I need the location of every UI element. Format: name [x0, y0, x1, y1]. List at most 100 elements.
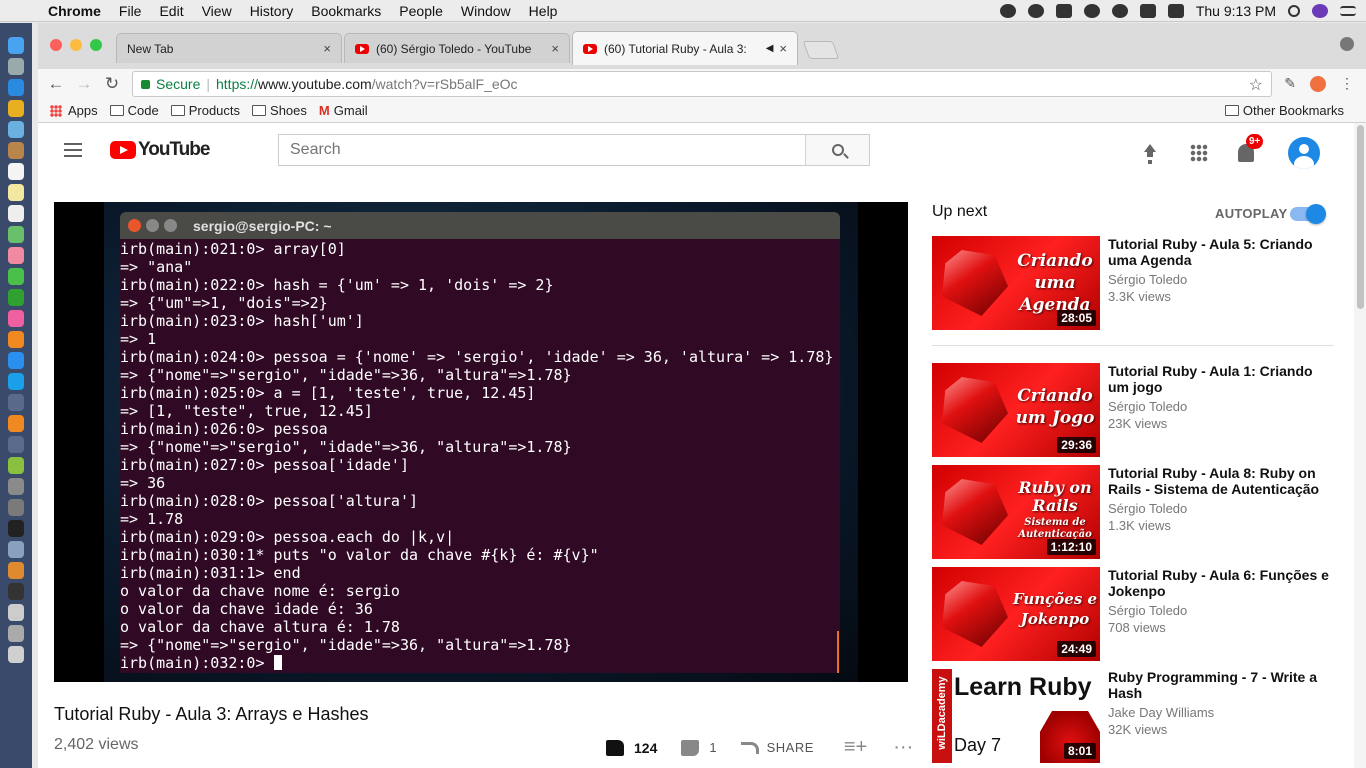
recommendation-channel[interactable]: Sérgio Toledo [1108, 603, 1334, 618]
video-player[interactable]: sergio@sergio-PC: ~ irb(main):021:0> arr… [54, 202, 908, 682]
terminal-icon[interactable] [8, 520, 24, 537]
reminders-icon[interactable] [8, 205, 24, 222]
recommendation-item[interactable]: Funções e Jokenpo 24:49 Tutorial Ruby - … [932, 567, 1342, 661]
calendar-icon[interactable] [8, 163, 24, 180]
maximize-window-button[interactable] [90, 39, 102, 51]
preview-icon[interactable] [8, 541, 24, 558]
recommendation-title[interactable]: Tutorial Ruby - Aula 1: Criando um jogo [1108, 363, 1334, 395]
siri-icon[interactable] [1312, 4, 1328, 18]
sublime-icon-2[interactable] [8, 562, 24, 579]
close-tab-icon[interactable]: × [779, 41, 787, 56]
keyboard-icon[interactable] [8, 583, 24, 600]
hamburger-menu-icon[interactable] [64, 143, 82, 161]
minimize-window-button[interactable] [70, 39, 82, 51]
dropbox-icon[interactable] [1027, 4, 1044, 18]
recommendation-channel[interactable]: Sérgio Toledo [1108, 501, 1334, 516]
notifications-bell-icon[interactable]: 9+ [1238, 134, 1264, 162]
youtube-logo[interactable]: YouTube [110, 139, 210, 161]
like-icon[interactable] [606, 739, 624, 756]
recommendation-channel[interactable]: Sérgio Toledo [1108, 272, 1334, 287]
android-icon[interactable] [8, 457, 24, 474]
recommendation-item[interactable]: Criando uma Agenda 28:05 Tutorial Ruby -… [932, 236, 1342, 330]
close-tab-icon[interactable]: × [551, 41, 559, 56]
recommendation-channel[interactable]: Sérgio Toledo [1108, 399, 1334, 414]
account-avatar[interactable] [1288, 137, 1320, 169]
menu-history[interactable]: History [242, 3, 304, 19]
video-thumbnail[interactable]: Criando uma Agenda 28:05 [932, 236, 1100, 330]
sublime-icon[interactable] [8, 415, 24, 432]
notebook-icon[interactable] [8, 142, 24, 159]
speaker-icon[interactable]: ◀ [766, 43, 774, 54]
menu-window[interactable]: Window [453, 3, 521, 19]
other-bookmarks[interactable]: Other Bookmarks [1224, 103, 1344, 118]
recommendation-title[interactable]: Tutorial Ruby - Aula 8: Ruby on Rails - … [1108, 465, 1334, 497]
system-prefs-icon[interactable] [8, 499, 24, 516]
video-thumbnail[interactable]: Ruby on Rails Sistema de Autenticação 1:… [932, 465, 1100, 559]
spotlight-icon[interactable] [1288, 5, 1300, 17]
page-scrollbar[interactable] [1354, 123, 1366, 768]
eyedropper-icon[interactable]: ✎ [1284, 75, 1296, 92]
search-button[interactable] [805, 135, 869, 165]
menu-app-name[interactable]: Chrome [40, 3, 111, 19]
menu-bookmarks[interactable]: Bookmarks [303, 3, 391, 19]
tab-sergio-toledo[interactable]: (60) Sérgio Toledo - YouTube × [344, 33, 570, 63]
add-to-playlist-icon[interactable]: ≡+ [844, 736, 867, 759]
safari-icon[interactable] [8, 79, 24, 96]
ibooks-icon[interactable] [8, 331, 24, 348]
upload-icon[interactable] [1142, 144, 1158, 162]
recommendation-title[interactable]: Tutorial Ruby - Aula 6: Funções e Jokenp… [1108, 567, 1334, 599]
printer-icon[interactable] [8, 604, 24, 621]
chrome-menu-icon[interactable]: ⋮ [1340, 75, 1354, 92]
menu-help[interactable]: Help [521, 3, 568, 19]
profile-icon[interactable] [1340, 37, 1354, 51]
messages-icon[interactable] [8, 268, 24, 285]
bookmark-star-icon[interactable]: ☆ [1249, 75, 1263, 95]
recommendation-title[interactable]: Tutorial Ruby - Aula 5: Criando uma Agen… [1108, 236, 1334, 268]
reload-icon[interactable]: ↻ [98, 74, 126, 94]
more-actions-icon[interactable]: ··· [893, 736, 913, 759]
extension-icon[interactable] [1310, 75, 1326, 92]
bookmark-apps[interactable]: Apps [50, 103, 98, 118]
notification-center-icon[interactable] [1340, 6, 1356, 16]
youtube-apps-icon[interactable] [1190, 144, 1208, 162]
trash-icon[interactable] [8, 646, 24, 663]
creative-cloud-icon[interactable] [999, 4, 1016, 18]
bookmark-products[interactable]: Products [170, 103, 240, 118]
tab-new-tab[interactable]: New Tab × [116, 33, 342, 63]
tab-tutorial-ruby[interactable]: (60) Tutorial Ruby - Aula 3: ◀ × [572, 31, 798, 65]
chrome-icon[interactable] [8, 100, 24, 117]
photos-app-icon[interactable] [8, 247, 24, 264]
menu-view[interactable]: View [194, 3, 242, 19]
settings-icon[interactable] [8, 478, 24, 495]
close-tab-icon[interactable]: × [323, 41, 331, 56]
video-thumbnail[interactable]: Funções e Jokenpo 24:49 [932, 567, 1100, 661]
menu-edit[interactable]: Edit [151, 3, 193, 19]
window-icon[interactable] [8, 625, 24, 642]
autoplay-toggle[interactable] [1290, 204, 1326, 224]
bluetooth-icon[interactable] [1083, 4, 1100, 18]
maps-icon[interactable] [8, 226, 24, 243]
menu-file[interactable]: File [111, 3, 152, 19]
launchpad-icon[interactable] [8, 58, 24, 75]
app-store-icon[interactable] [8, 352, 24, 369]
finder-icon[interactable] [8, 37, 24, 54]
battery-icon[interactable] [1167, 4, 1184, 18]
share-icon[interactable] [740, 741, 759, 754]
recommendation-title[interactable]: Ruby Programming - 7 - Write a Hash [1108, 669, 1334, 701]
wifi-icon[interactable] [1111, 4, 1128, 18]
close-window-button[interactable] [50, 39, 62, 51]
video-thumbnail[interactable]: Criando um Jogo 29:36 [932, 363, 1100, 457]
new-tab-button[interactable] [802, 41, 840, 59]
skype-icon[interactable] [8, 373, 24, 390]
recommendation-channel[interactable]: Jake Day Williams [1108, 705, 1334, 720]
bookmark-gmail[interactable]: M Gmail [319, 103, 368, 118]
bookmark-shoes[interactable]: Shoes [252, 103, 307, 118]
address-bar[interactable]: Secure | https://www.youtube.com/watch?v… [132, 71, 1272, 97]
search-input[interactable] [279, 135, 805, 165]
forward-arrow-icon[interactable]: → [70, 74, 98, 94]
help-icon[interactable] [8, 394, 24, 411]
menu-people[interactable]: People [391, 3, 453, 19]
video-thumbnail[interactable]: wiLDacademy Learn Ruby Day 7 8:01 [932, 669, 1100, 763]
help-icon-2[interactable] [8, 436, 24, 453]
notes-icon[interactable] [8, 184, 24, 201]
